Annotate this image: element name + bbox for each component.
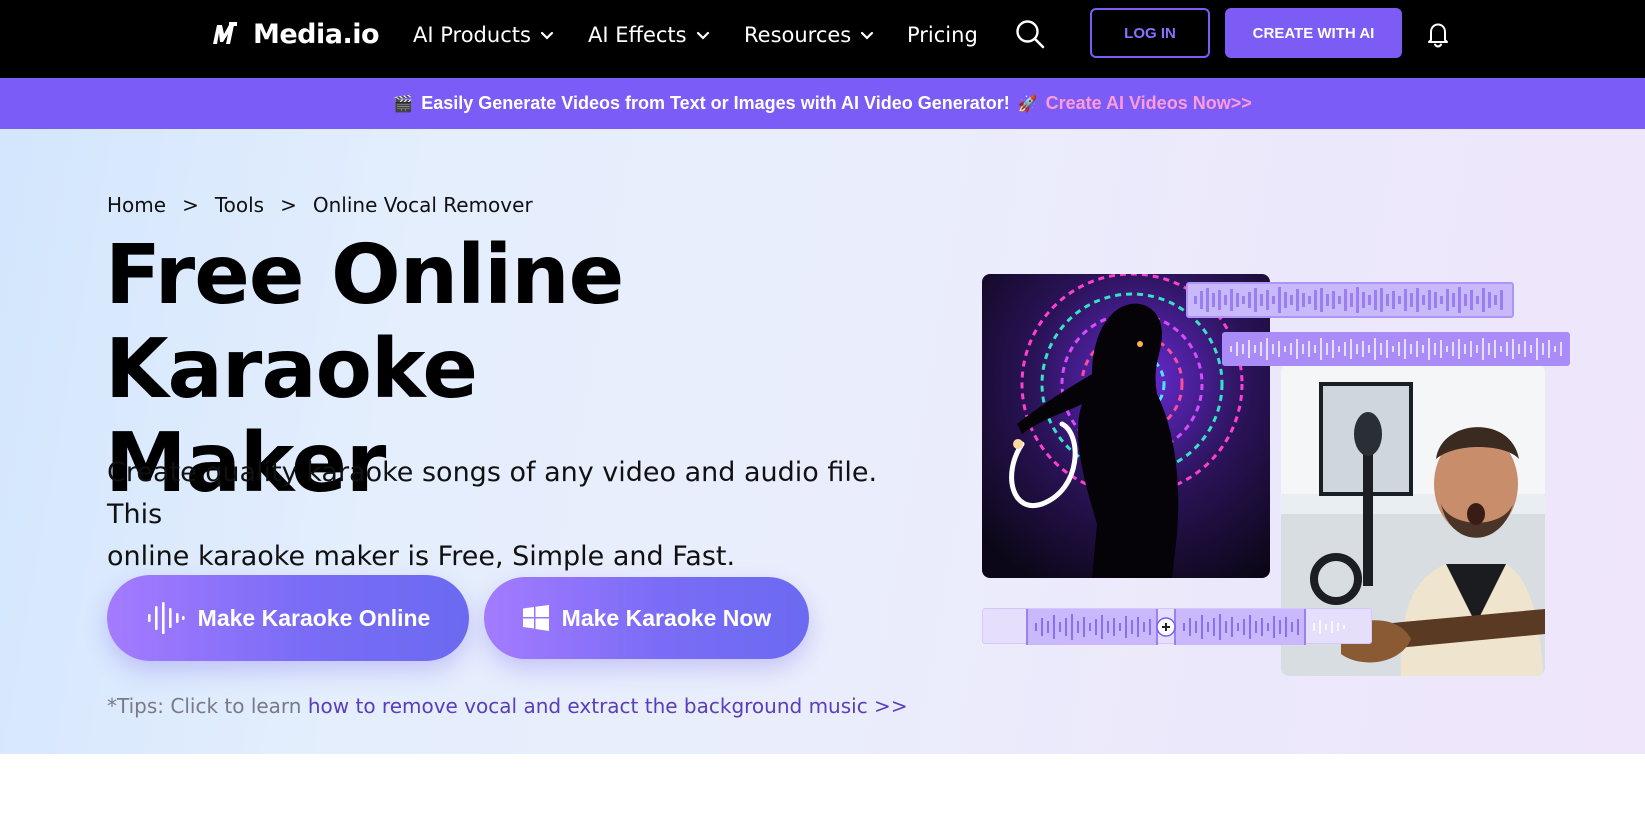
tips-text: *Tips: Click to learn how to remove voca… — [107, 694, 908, 718]
breadcrumb-tools[interactable]: Tools — [215, 193, 264, 217]
chevron-down-icon — [861, 31, 874, 40]
hero-subtitle-line-2: online karaoke maker is Free, Simple and… — [107, 541, 736, 572]
make-karaoke-now-label: Make Karaoke Now — [561, 604, 772, 631]
hero-section: Home > Tools > Online Vocal Remover Free… — [0, 129, 1645, 754]
nav-ai-effects-label: AI Effects — [588, 23, 687, 47]
breadcrumb-separator: > — [280, 193, 297, 217]
windows-icon — [522, 605, 549, 631]
nav-ai-effects[interactable]: AI Effects — [588, 20, 711, 50]
rocket-icon: 🚀 — [1017, 95, 1038, 113]
search-icon[interactable] — [1014, 18, 1046, 50]
banner-text: Easily Generate Videos from Text or Imag… — [421, 93, 1010, 113]
remove-vocal-guide-link[interactable]: how to remove vocal and extract the back… — [308, 694, 908, 718]
create-with-ai-button[interactable]: CREATE WITH AI — [1225, 8, 1402, 58]
breadcrumb-current: Online Vocal Remover — [312, 193, 533, 217]
nav-ai-products-label: AI Products — [413, 23, 531, 47]
make-karaoke-now-button[interactable]: Make Karaoke Now — [484, 577, 809, 659]
clapperboard-icon: 🎬 — [393, 95, 414, 113]
tips-prefix: *Tips: Click to learn — [107, 694, 302, 718]
nav-resources-label: Resources — [744, 23, 852, 47]
hero-subtitle: Create quality karaoke songs of any vide… — [107, 452, 907, 578]
promo-banner: 🎬 Easily Generate Videos from Text or Im… — [0, 78, 1645, 129]
make-karaoke-online-button[interactable]: Make Karaoke Online — [107, 575, 469, 661]
page-title-line-1: Free Online Karaoke — [105, 228, 624, 417]
chevron-down-icon — [696, 31, 709, 40]
chevron-down-icon — [540, 31, 554, 40]
login-button[interactable]: LOG IN — [1090, 8, 1210, 58]
hero-subtitle-line-1: Create quality karaoke songs of any vide… — [107, 457, 878, 530]
nav-pricing[interactable]: Pricing — [907, 20, 978, 50]
make-karaoke-online-label: Make Karaoke Online — [197, 604, 431, 631]
nav-ai-products[interactable]: AI Products — [413, 20, 555, 50]
breadcrumb-home[interactable]: Home — [107, 193, 166, 217]
media-io-logo-icon — [207, 17, 241, 51]
bell-icon[interactable] — [1424, 20, 1452, 48]
audio-wave-icon — [147, 602, 185, 634]
nav-pricing-label: Pricing — [907, 23, 978, 47]
breadcrumb-separator: > — [182, 193, 199, 217]
create-ai-videos-link[interactable]: Create AI Videos Now>> — [1046, 93, 1252, 114]
breadcrumb: Home > Tools > Online Vocal Remover — [107, 193, 533, 217]
logo-text: Media.io — [253, 18, 380, 50]
top-nav: Media.io AI Products AI Effects Resource… — [0, 0, 1645, 78]
logo[interactable]: Media.io — [207, 16, 380, 52]
nav-resources[interactable]: Resources — [744, 20, 875, 50]
